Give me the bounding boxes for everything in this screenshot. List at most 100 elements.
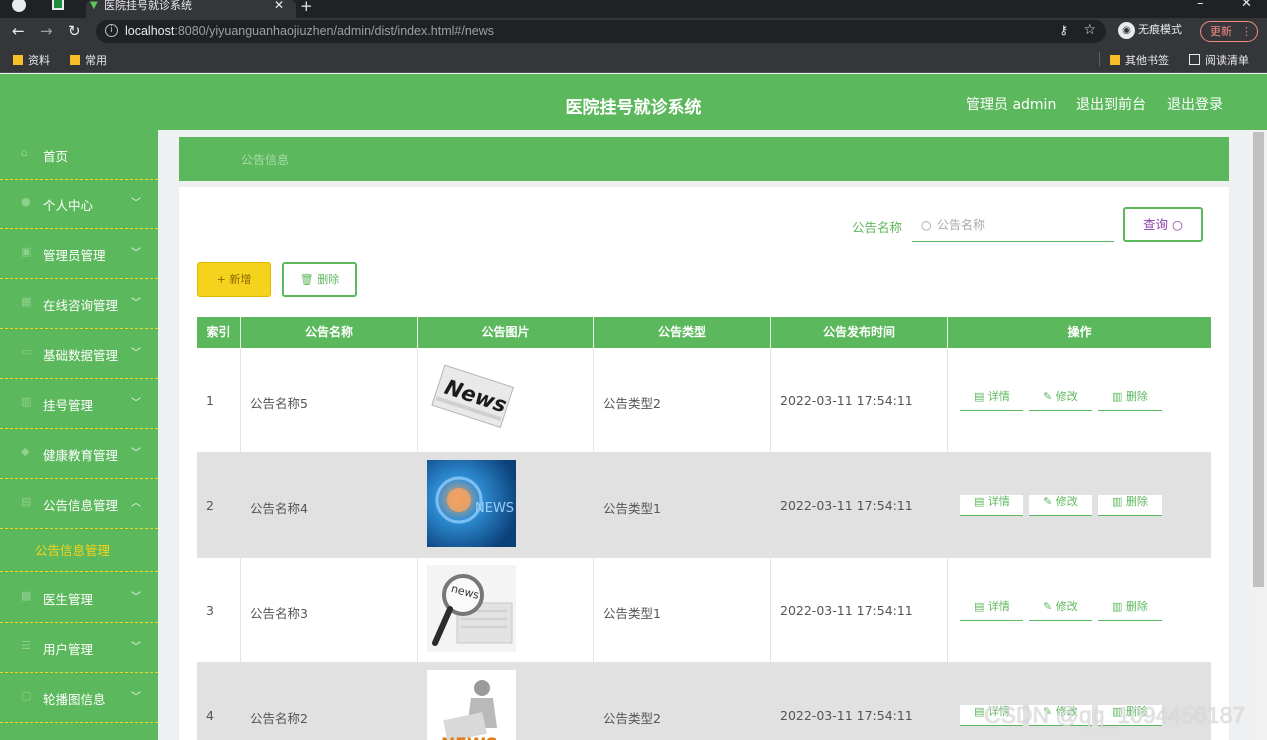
svg-text:NEWS: NEWS (441, 735, 498, 740)
sidebar-item-notice[interactable]: ▤ 公告信息管理 ︿ (0, 479, 158, 529)
reading-list[interactable]: 阅读清单 (1189, 52, 1249, 68)
vue-favicon-icon: ▼ (90, 0, 98, 11)
logout-link[interactable]: 退出登录 (1167, 94, 1223, 114)
chart-icon: ▥ (21, 395, 32, 408)
notice-icon: ▤ (21, 495, 32, 508)
page-scrollbar[interactable] (1251, 130, 1267, 740)
minimize-icon[interactable]: – (1197, 0, 1204, 11)
sidebar-item-basedata[interactable]: ▭ 基础数据管理 ﹀ (0, 329, 158, 379)
search-label: 公告名称 (852, 220, 903, 235)
chrome-menu-icon[interactable] (12, 0, 26, 12)
chevron-down-icon: ﹀ (131, 592, 141, 603)
window-close-icon[interactable]: ✕ (1241, 0, 1252, 11)
app-header: 医院挂号就诊系统 管理员 admin 退出到前台 退出登录 (0, 74, 1267, 130)
breadcrumb-current: 公告信息 (241, 153, 290, 167)
password-key-icon[interactable]: ⚷ (1059, 23, 1068, 37)
row-index: 4 (206, 708, 214, 723)
trash-icon: ▥ (1112, 390, 1123, 403)
tab-close-icon[interactable]: ✕ (274, 0, 284, 11)
home-icon: ⌂ (21, 146, 28, 159)
detail-button[interactable]: ▤ 详情 (960, 390, 1023, 411)
col-type[interactable]: 公告类型 (594, 317, 771, 348)
chevron-down-icon: ﹀ (131, 298, 141, 309)
search-input[interactable] (937, 216, 1107, 234)
query-button[interactable]: 查询 ○ (1123, 207, 1203, 242)
col-index[interactable]: 索引 (197, 317, 241, 348)
sidebar-item-personal[interactable]: ● 个人中心 ﹀ (0, 179, 158, 229)
news-figure-image[interactable]: NEWS (427, 670, 516, 740)
edit-button[interactable]: ✎ 修改 (1029, 390, 1092, 411)
chevron-down-icon: ﹀ (131, 198, 141, 209)
document-icon: ▤ (974, 495, 985, 508)
chevron-down-icon: ﹀ (131, 448, 141, 459)
sidebar-item-home[interactable]: ⌂ 首页 (0, 130, 158, 180)
browser-tab-bar: ▼ 医院挂号就诊系统 ✕ + – ✕ (0, 0, 1267, 18)
other-bookmarks[interactable]: 其他书签 (1110, 52, 1169, 68)
book-icon: ◆ (21, 445, 30, 458)
table-row[interactable]: 1 公告名称5 News 公告类型2 2022-03-11 17:54:11 ▤… (197, 348, 1211, 453)
chat-icon: ▦ (21, 295, 32, 308)
detail-button[interactable]: ▤ 详情 (960, 600, 1023, 621)
pencil-icon: ✎ (1043, 600, 1053, 613)
delete-button[interactable]: ▥ 删除 (1098, 600, 1162, 621)
col-image[interactable]: 公告图片 (418, 317, 594, 348)
users-icon: ☰ (21, 639, 31, 652)
folder-icon (13, 55, 23, 65)
url-text[interactable]: localhost:8080/yiyuanguanhaojiuzhen/admi… (125, 24, 494, 38)
update-button[interactable]: 更新 ⋮ (1200, 21, 1258, 42)
edit-button[interactable]: ✎ 修改 (1029, 495, 1092, 516)
bookmarks-bar: 资料 常用 其他书签 阅读清单 (0, 45, 1267, 73)
add-button[interactable]: + 新增 (197, 262, 271, 297)
browser-toolbar: ← → ↻ i localhost:8080/yiyuanguanhaojiuz… (0, 18, 1267, 45)
sidebar-item-users[interactable]: ☰ 用户管理 ﹀ (0, 623, 158, 673)
table-row[interactable]: 2 公告名称4 NEWS 公告类型1 2022-03-11 17:54:11 ▤… (197, 453, 1211, 558)
chevron-up-icon: ︿ (131, 498, 141, 509)
col-time[interactable]: 公告发布时间 (771, 317, 948, 348)
row-type: 公告类型2 (603, 396, 661, 411)
batch-delete-button[interactable]: 🗑 删除 (282, 262, 357, 297)
row-name: 公告名称4 (250, 501, 308, 516)
delete-button[interactable]: ▥ 删除 (1098, 390, 1162, 411)
sidebar-item-carousel[interactable]: ▢ 轮播图信息 ﹀ (0, 673, 158, 723)
search-icon: ○ (1172, 217, 1183, 232)
row-index: 2 (206, 498, 214, 513)
chevron-down-icon: ﹀ (131, 398, 141, 409)
forward-icon[interactable]: → (40, 22, 53, 40)
browser-tab[interactable]: ▼ 医院挂号就诊系统 ✕ (86, 0, 296, 18)
chevron-down-icon: ﹀ (131, 692, 141, 703)
sidebar-subitem-notice-manage[interactable]: 公告信息管理 (0, 526, 158, 572)
table-row[interactable]: 3 公告名称3 news 公告类型1 2022-03-11 17:54:11 ▤… (197, 558, 1211, 663)
bookmark-folder-ziliao[interactable]: 资料 (13, 52, 50, 68)
trash-icon: ▥ (1112, 495, 1123, 508)
edit-button[interactable]: ✎ 修改 (1029, 600, 1092, 621)
sidebar-item-admin[interactable]: ▣ 管理员管理 ﹀ (0, 229, 158, 279)
sidebar-item-health-edu[interactable]: ◆ 健康教育管理 ﹀ (0, 429, 158, 479)
news-newspaper-image[interactable]: News (427, 355, 516, 442)
bookmark-folder-changyong[interactable]: 常用 (70, 52, 107, 68)
delete-button[interactable]: ▥ 删除 (1098, 495, 1162, 516)
search-field[interactable]: ○ (912, 209, 1114, 242)
csdn-watermark: CSDN @qq_1094456187 (984, 702, 1246, 728)
more-menu-icon: ⋮ (1241, 25, 1252, 38)
sidebar-item-consult[interactable]: ▦ 在线咨询管理 ﹀ (0, 279, 158, 329)
sheets-tab-icon[interactable] (52, 0, 64, 10)
reload-icon[interactable]: ↻ (68, 22, 81, 40)
back-icon[interactable]: ← (12, 22, 25, 40)
incognito-icon: ◉ (1118, 21, 1135, 39)
address-bar[interactable]: i localhost:8080/yiyuanguanhaojiuzhen/ad… (96, 20, 1106, 43)
site-info-icon[interactable]: i (105, 24, 118, 37)
news-globe-image[interactable]: NEWS (427, 460, 516, 547)
col-name[interactable]: 公告名称 (241, 317, 418, 348)
new-tab-icon[interactable]: + (300, 0, 313, 15)
sidebar-item-registration[interactable]: ▥ 挂号管理 ﹀ (0, 379, 158, 429)
scrollbar-thumb[interactable] (1253, 132, 1264, 587)
chevron-down-icon: ﹀ (131, 642, 141, 653)
trash-icon: ▥ (1112, 600, 1123, 613)
sidebar-item-doctor[interactable]: ▩ 医生管理 ﹀ (0, 573, 158, 623)
front-link[interactable]: 退出到前台 (1076, 94, 1146, 114)
folder-icon (1110, 55, 1120, 65)
incognito-indicator[interactable]: ◉ 无痕模式 (1118, 21, 1182, 39)
detail-button[interactable]: ▤ 详情 (960, 495, 1023, 516)
bookmark-star-icon[interactable]: ☆ (1083, 22, 1096, 38)
news-magnifier-image[interactable]: news (427, 565, 516, 652)
